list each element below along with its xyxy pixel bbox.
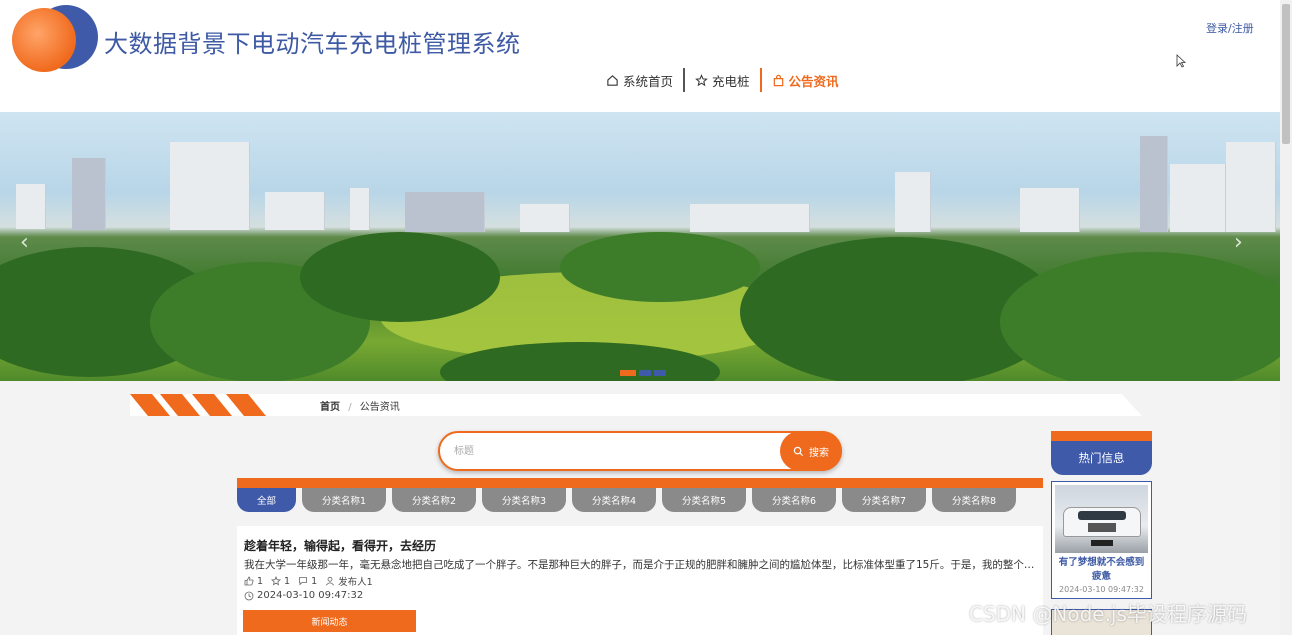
scrollbar-thumb[interactable] bbox=[1282, 4, 1290, 144]
star-icon bbox=[695, 73, 708, 86]
hot-item-title: 有了梦想就不会感到疲惫 bbox=[1058, 557, 1145, 582]
category-tab[interactable]: 分类名称3 bbox=[482, 488, 566, 512]
decorative-stripes bbox=[130, 394, 266, 416]
car-thumbnail bbox=[1055, 485, 1148, 553]
search-button[interactable]: 搜索 bbox=[780, 431, 842, 471]
category-tab[interactable]: 分类名称8 bbox=[932, 488, 1016, 512]
nav-item-charging-pile[interactable]: 充电桩 bbox=[683, 68, 760, 92]
category-bar-accent bbox=[237, 478, 1043, 488]
main-nav: 系统首页 充电桩 公告资讯 bbox=[596, 68, 849, 92]
clock-icon bbox=[244, 591, 254, 600]
news-time-text: 2024-03-10 09:47:32 bbox=[257, 590, 364, 601]
breadcrumb: 首页 / 公告资讯 bbox=[130, 394, 1142, 416]
breadcrumb-separator: / bbox=[348, 402, 352, 413]
page: 大数据背景下电动汽车充电桩管理系统 登录/注册 系统首页 充电桩 公告资讯 ‹ … bbox=[0, 0, 1292, 635]
category-tab[interactable]: 分类名称1 bbox=[302, 488, 386, 512]
news-title[interactable]: 趁着年轻，输得起，看得开，去经历 bbox=[244, 537, 436, 554]
mouse-cursor-icon bbox=[1176, 54, 1186, 68]
site-title: 大数据背景下电动汽车充电桩管理系统 bbox=[104, 30, 521, 58]
login-register-link[interactable]: 登录/注册 bbox=[1206, 20, 1254, 36]
bag-icon bbox=[773, 74, 783, 86]
favorite-count: 1 bbox=[284, 575, 291, 587]
comment-icon bbox=[299, 577, 307, 586]
search-input[interactable] bbox=[454, 442, 774, 460]
news-list-item[interactable]: 趁着年轻，输得起，看得开，去经历 我在大学一年级那一年，毫无悬念地把自己吃成了一… bbox=[237, 526, 1043, 635]
nav-label-home: 系统首页 bbox=[623, 73, 674, 89]
logo bbox=[12, 5, 98, 72]
breadcrumb-current: 公告资讯 bbox=[359, 402, 400, 413]
breadcrumb-home[interactable]: 首页 bbox=[320, 402, 340, 413]
hot-info-heading: 热门信息 bbox=[1051, 441, 1152, 475]
nav-label-announcements: 公告资讯 bbox=[788, 73, 839, 89]
hot-item-time: 2024-03-10 09:47:32 bbox=[1059, 585, 1144, 594]
carousel-indicators bbox=[620, 370, 666, 376]
news-time: 2024-03-10 09:47:32 bbox=[244, 590, 363, 601]
news-description: 我在大学一年级那一年，毫无悬念地把自己吃成了一个胖子。不是那种巨大的胖子，而是介… bbox=[244, 559, 1036, 571]
news-category-tag[interactable]: 新闻动态 bbox=[243, 610, 416, 632]
publisher: 发布人1 bbox=[338, 577, 373, 588]
user-icon bbox=[326, 576, 335, 586]
category-tab[interactable]: 分类名称4 bbox=[572, 488, 656, 512]
top-header: 大数据背景下电动汽车充电桩管理系统 登录/注册 系统首页 充电桩 公告资讯 bbox=[0, 0, 1280, 112]
comment-count: 1 bbox=[311, 575, 318, 587]
carousel-dot[interactable] bbox=[639, 370, 651, 376]
carousel-prev-button[interactable]: ‹ bbox=[20, 230, 29, 255]
search-button-label: 搜索 bbox=[809, 447, 829, 459]
search-box: 搜索 bbox=[438, 431, 842, 471]
category-tab[interactable]: 分类名称7 bbox=[842, 488, 926, 512]
nav-item-home[interactable]: 系统首页 bbox=[596, 68, 683, 92]
hot-info-panel: 热门信息 有了梦想就不会感到疲惫 2024-03-10 09:47:32 bbox=[1051, 431, 1152, 599]
category-tab-all[interactable]: 全部 bbox=[237, 488, 296, 512]
carousel-next-button[interactable]: › bbox=[1234, 230, 1243, 255]
category-tab[interactable]: 分类名称2 bbox=[392, 488, 476, 512]
thumbs-up-icon bbox=[244, 576, 254, 586]
category-tab[interactable]: 分类名称5 bbox=[662, 488, 746, 512]
star-icon bbox=[271, 576, 282, 586]
category-tabs: 全部 分类名称1 分类名称2 分类名称3 分类名称4 分类名称5 分类名称6 分… bbox=[237, 488, 1016, 512]
nav-item-announcements[interactable]: 公告资讯 bbox=[759, 68, 849, 92]
page-scrollbar[interactable] bbox=[1280, 0, 1292, 635]
search-icon bbox=[793, 446, 804, 456]
category-tab[interactable]: 分类名称6 bbox=[752, 488, 836, 512]
banner-carousel[interactable]: ‹ › bbox=[0, 112, 1280, 381]
hot-info-item[interactable]: 有了梦想就不会感到疲惫 2024-03-10 09:47:32 bbox=[1051, 481, 1152, 599]
like-count: 1 bbox=[257, 575, 264, 587]
news-stats: 1 1 1 发布人1 bbox=[244, 574, 373, 588]
watermark: CSDN @Node.js毕设程序源码 bbox=[969, 602, 1247, 626]
home-icon bbox=[607, 74, 618, 86]
carousel-dot[interactable] bbox=[654, 370, 666, 376]
carousel-dot[interactable] bbox=[620, 370, 636, 376]
nav-label-charging-pile: 充电桩 bbox=[712, 73, 750, 89]
